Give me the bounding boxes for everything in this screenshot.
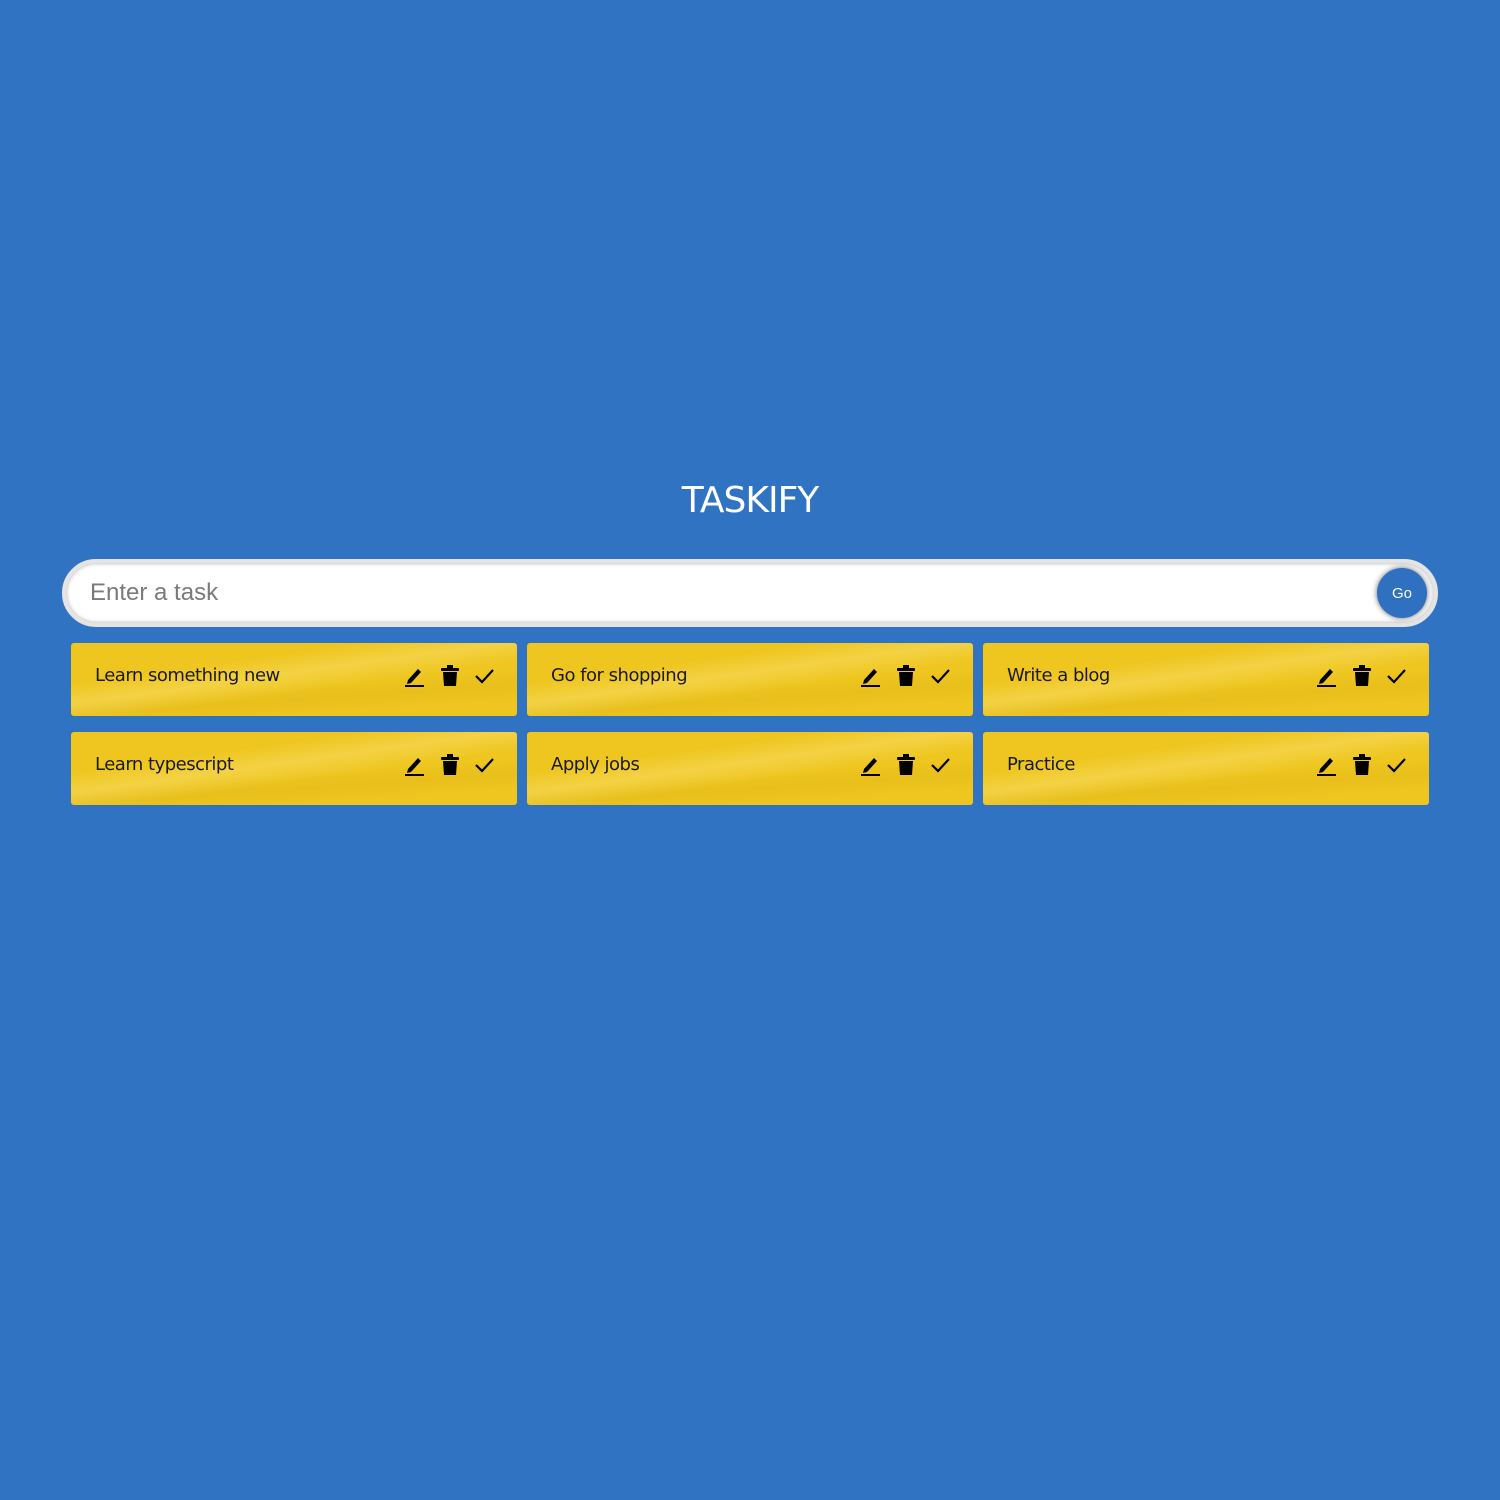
edit-icon[interactable] (404, 753, 425, 777)
task-input-form: Go (62, 559, 1438, 627)
task-list: Learn something new Go for shopping Writ… (71, 643, 1430, 805)
task-actions (404, 752, 495, 778)
task-text: Write a blog (1007, 665, 1110, 686)
edit-icon[interactable] (1316, 753, 1337, 777)
delete-icon[interactable] (1351, 753, 1372, 777)
task-actions (1316, 663, 1407, 689)
done-icon[interactable] (1386, 753, 1407, 777)
task-actions (404, 663, 495, 689)
task-actions (860, 663, 951, 689)
delete-icon[interactable] (895, 753, 916, 777)
task-text: Learn typescript (95, 754, 234, 775)
edit-icon[interactable] (860, 753, 881, 777)
task-card: Practice (983, 732, 1429, 805)
app-title: TASKIFY (681, 480, 820, 521)
delete-icon[interactable] (439, 753, 460, 777)
task-actions (1316, 752, 1407, 778)
done-icon[interactable] (474, 664, 495, 688)
edit-icon[interactable] (404, 664, 425, 688)
task-text: Learn something new (95, 665, 280, 686)
edit-icon[interactable] (1316, 664, 1337, 688)
delete-icon[interactable] (439, 664, 460, 688)
done-icon[interactable] (1386, 664, 1407, 688)
task-card: Go for shopping (527, 643, 973, 716)
task-card: Learn typescript (71, 732, 517, 805)
taskify-app: TASKIFY Go Learn something new Go for sh… (0, 0, 1500, 1500)
delete-icon[interactable] (895, 664, 916, 688)
task-input[interactable] (90, 573, 1350, 613)
done-icon[interactable] (930, 664, 951, 688)
go-button[interactable]: Go (1377, 568, 1427, 618)
task-text: Go for shopping (551, 665, 688, 686)
edit-icon[interactable] (860, 664, 881, 688)
done-icon[interactable] (930, 753, 951, 777)
done-icon[interactable] (474, 753, 495, 777)
task-card: Apply jobs (527, 732, 973, 805)
task-actions (860, 752, 951, 778)
delete-icon[interactable] (1351, 664, 1372, 688)
task-card: Write a blog (983, 643, 1429, 716)
task-card: Learn something new (71, 643, 517, 716)
task-text: Apply jobs (551, 754, 640, 775)
task-text: Practice (1007, 754, 1075, 775)
